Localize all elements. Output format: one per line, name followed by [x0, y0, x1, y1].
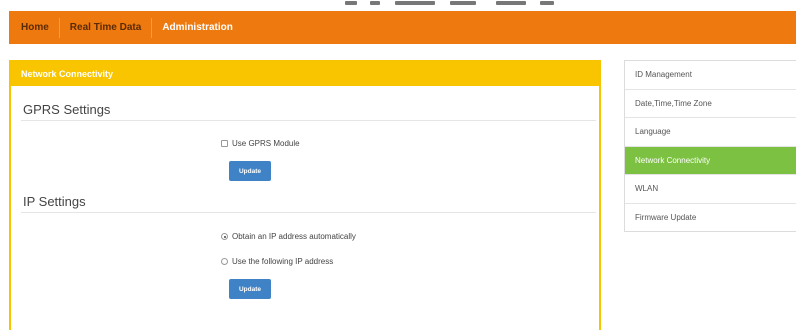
menu-item-network-connectivity[interactable]: Network Connectivity [625, 146, 796, 175]
menu-item-wlan[interactable]: WLAN [625, 175, 796, 204]
panel-heading: Network Connectivity [11, 62, 599, 86]
menu-item-date-time[interactable]: Date,Time,Time Zone [625, 90, 796, 118]
top-decoration [300, 0, 600, 7]
divider [21, 120, 596, 121]
admin-side-menu: ID Management Date,Time,Time Zone Langua… [624, 60, 796, 232]
nav-administration[interactable]: Administration [152, 11, 243, 44]
top-navbar: Home Real Time Data Administration [9, 11, 796, 44]
nav-real-time-data[interactable]: Real Time Data [60, 11, 152, 44]
menu-item-firmware-update[interactable]: Firmware Update [625, 204, 796, 233]
ip-settings-title: IP Settings [23, 194, 86, 209]
use-gprs-checkbox-row[interactable]: Use GPRS Module [221, 139, 300, 148]
menu-item-id-management[interactable]: ID Management [625, 61, 796, 90]
ip-auto-radio-label: Obtain an IP address automatically [232, 232, 356, 241]
divider [21, 212, 596, 213]
ip-auto-radio-row[interactable]: Obtain an IP address automatically [221, 232, 356, 241]
ip-update-button[interactable]: Update [229, 279, 271, 299]
ip-manual-radio-label: Use the following IP address [232, 257, 334, 266]
ip-auto-radio[interactable] [221, 233, 228, 240]
ip-manual-radio-row[interactable]: Use the following IP address [221, 257, 333, 266]
ip-manual-radio[interactable] [221, 258, 228, 265]
gprs-checkbox-label: Use GPRS Module [232, 139, 300, 148]
network-connectivity-panel: Network Connectivity GPRS Settings Use G… [9, 60, 601, 330]
gprs-settings-title: GPRS Settings [23, 102, 111, 117]
gprs-checkbox[interactable] [221, 140, 228, 147]
gprs-update-button[interactable]: Update [229, 161, 271, 181]
menu-item-language[interactable]: Language [625, 118, 796, 147]
nav-home[interactable]: Home [9, 11, 59, 44]
